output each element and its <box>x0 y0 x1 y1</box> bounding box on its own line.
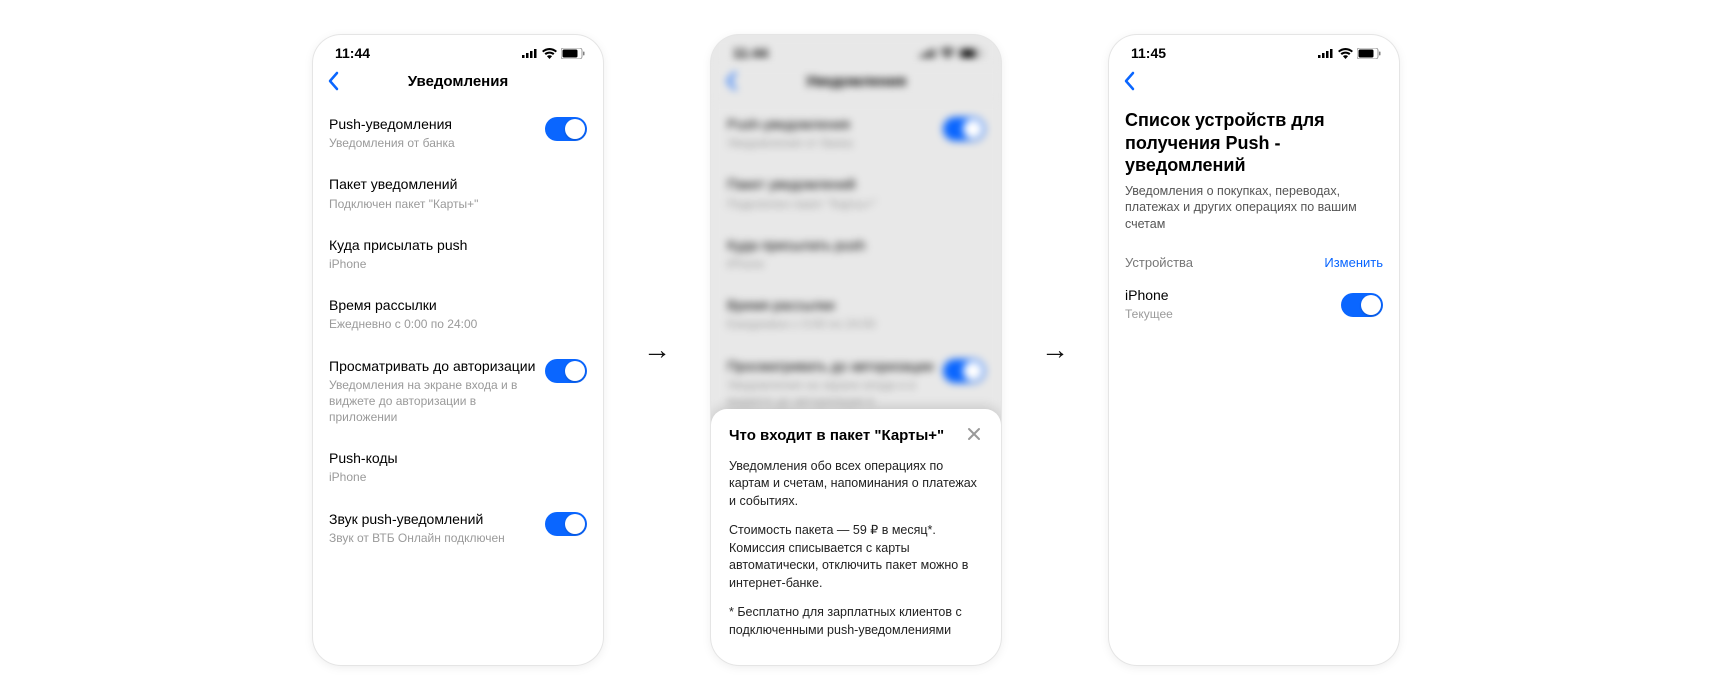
row-sub: Уведомления от банка <box>329 135 537 151</box>
sheet-paragraph: Стоимость пакета — 59 ₽ в месяц*. Комисс… <box>729 522 983 592</box>
row-sub: iPhone <box>329 256 579 272</box>
chevron-left-icon <box>327 71 339 91</box>
section-label: Устройства <box>1125 255 1193 270</box>
setting-row-preview[interactable]: Просматривать до авторизации Уведомления… <box>329 347 587 440</box>
setting-row-package[interactable]: Пакет уведомлений Подключен пакет "Карты… <box>329 165 587 225</box>
nav-bar: Уведомления <box>711 65 1001 101</box>
sheet-body: Уведомления обо всех операциях по картам… <box>729 458 983 640</box>
back-button[interactable] <box>1119 71 1139 91</box>
setting-row-sound[interactable]: Звук push-уведомлений Звук от ВТБ Онлайн… <box>329 500 587 560</box>
row-sub: Подключен пакет "Карты+" <box>329 196 579 212</box>
phone-screen-1: 11:44 Уведомления Push-уведомления Уведо… <box>313 35 603 665</box>
back-button[interactable] <box>721 71 741 91</box>
toggle-device[interactable] <box>1341 293 1383 317</box>
status-bar: 11:45 <box>1109 35 1399 65</box>
setting-row-where[interactable]: Куда присылать push iPhone <box>329 226 587 286</box>
nav-bar <box>1109 65 1399 101</box>
close-button[interactable] <box>965 427 983 441</box>
row-sub: Ежедневно с 0:00 по 24:00 <box>329 316 579 332</box>
bottom-sheet: Что входит в пакет "Карты+" Уведомления … <box>711 409 1001 666</box>
toggle-sound[interactable] <box>545 512 587 536</box>
cellular-icon <box>522 48 538 58</box>
wifi-icon <box>1338 48 1353 59</box>
status-icons <box>1318 48 1381 59</box>
battery-icon <box>959 48 983 59</box>
devices-section-header: Устройства Изменить <box>1109 249 1399 278</box>
status-icons <box>920 48 983 59</box>
flow-arrow-icon: → <box>643 334 671 366</box>
phone-screen-2: 11:44 Уведомления Push-уведомленияУведом… <box>711 35 1001 665</box>
row-title: Куда присылать push <box>329 236 579 254</box>
page-description: Уведомления о покупках, переводах, плате… <box>1109 183 1399 250</box>
row-sub: Уведомления на экране входа и в виджете … <box>329 377 537 426</box>
row-title: Push-коды <box>329 449 579 467</box>
sheet-title: Что входит в пакет "Карты+" <box>729 427 965 444</box>
sheet-paragraph: * Бесплатно для зарплатных клиентов с по… <box>729 604 983 639</box>
setting-row-schedule[interactable]: Время рассылки Ежедневно с 0:00 по 24:00 <box>329 286 587 346</box>
chevron-left-icon <box>1123 71 1135 91</box>
flow-arrow-icon: → <box>1041 334 1069 366</box>
row-sub: iPhone <box>329 469 579 485</box>
cellular-icon <box>920 48 936 58</box>
toggle-push[interactable] <box>545 117 587 141</box>
sheet-paragraph: Уведомления обо всех операциях по картам… <box>729 458 983 511</box>
device-name: iPhone <box>1125 286 1173 304</box>
wifi-icon <box>542 48 557 59</box>
wifi-icon <box>940 48 955 59</box>
close-icon <box>967 427 981 441</box>
row-title: Пакет уведомлений <box>329 175 579 193</box>
status-time: 11:44 <box>733 45 768 61</box>
chevron-left-icon <box>725 71 737 91</box>
row-title: Время рассылки <box>329 296 579 314</box>
row-title: Звук push-уведомлений <box>329 510 537 528</box>
setting-row-push[interactable]: Push-уведомления Уведомления от банка <box>329 105 587 165</box>
toggle-preview[interactable] <box>545 359 587 383</box>
battery-icon <box>561 48 585 59</box>
device-status: Текущее <box>1125 306 1173 322</box>
row-title: Push-уведомления <box>329 115 537 133</box>
row-title: Просматривать до авторизации <box>329 357 537 375</box>
settings-list: Push-уведомления Уведомления от банка Па… <box>313 101 603 564</box>
status-time: 11:45 <box>1131 45 1166 61</box>
setting-row-codes[interactable]: Push-коды iPhone <box>329 439 587 499</box>
cellular-icon <box>1318 48 1334 58</box>
edit-button[interactable]: Изменить <box>1324 255 1383 270</box>
battery-icon <box>1357 48 1381 59</box>
status-icons <box>522 48 585 59</box>
page-heading: Список устройств для получения Push - ув… <box>1109 101 1399 183</box>
row-sub: Звук от ВТБ Онлайн подключен <box>329 530 537 546</box>
status-bar: 11:44 <box>313 35 603 65</box>
nav-bar: Уведомления <box>313 65 603 101</box>
page-title: Уведомления <box>711 73 1001 90</box>
phone-screen-3: 11:45 Список устройств для получения Pus… <box>1109 35 1399 665</box>
device-row[interactable]: iPhone Текущее <box>1109 278 1399 330</box>
back-button[interactable] <box>323 71 343 91</box>
status-time: 11:44 <box>335 45 370 61</box>
page-title: Уведомления <box>313 73 603 90</box>
status-bar: 11:44 <box>711 35 1001 65</box>
